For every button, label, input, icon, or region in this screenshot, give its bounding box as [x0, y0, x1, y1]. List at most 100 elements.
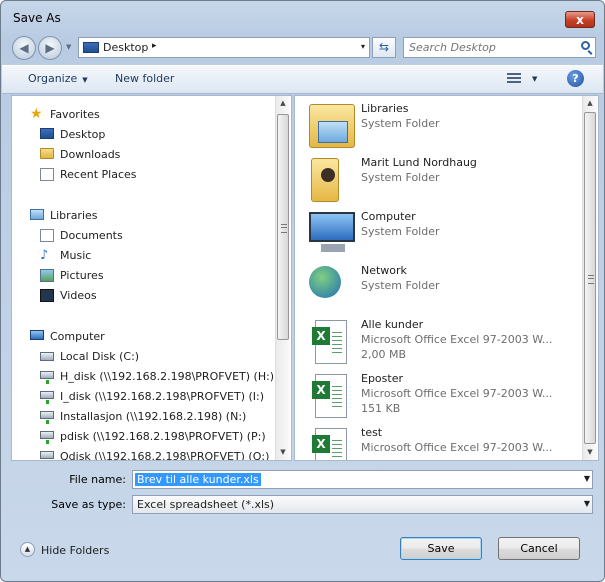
- filename-label: File name:: [69, 473, 126, 486]
- save-as-type-label: Save as type:: [51, 498, 126, 511]
- nav-label: Desktop: [60, 128, 106, 141]
- back-button[interactable]: ◀: [12, 36, 36, 60]
- navigation-pane[interactable]: ★ Favorites Desktop Downloads Recent Plac…: [11, 95, 292, 461]
- new-folder-button[interactable]: New folder: [115, 72, 174, 85]
- file-name: Computer: [361, 210, 416, 223]
- file-type: System Folder: [361, 225, 440, 238]
- computer-icon: [309, 212, 355, 252]
- filename-field[interactable]: Brev til alle kunder.xls ▼: [132, 470, 593, 489]
- network-drive-icon: [40, 451, 54, 459]
- file-size: 2,00 MB: [361, 348, 407, 361]
- scroll-thumb[interactable]: [277, 114, 289, 340]
- filename-value[interactable]: Brev til alle kunder.xls: [135, 473, 261, 486]
- nav-label: Music: [60, 249, 92, 262]
- search-input[interactable]: [409, 40, 569, 55]
- nav-label: I_disk (\\192.168.2.198\PROFVET) (I:): [60, 390, 265, 403]
- list-item[interactable]: test Microsoft Office Excel 97-2003 W...: [309, 424, 579, 460]
- nav-label: H_disk (\\192.168.2.198\PROFVET) (H:): [60, 370, 275, 383]
- list-item[interactable]: Eposter Microsoft Office Excel 97-2003 W…: [309, 370, 579, 420]
- save-as-type-value: Excel spreadsheet (*.xls): [137, 498, 275, 511]
- nav-label: Qdisk (\\192.168.2.198\PROFVET) (Q:): [60, 450, 270, 461]
- grip-icon: [588, 275, 594, 284]
- hide-folders-label: Hide Folders: [41, 544, 110, 557]
- navigation-scrollbar[interactable]: ▲ ▼: [275, 96, 290, 460]
- close-button[interactable]: x: [565, 11, 595, 28]
- excel-file-icon: [312, 428, 347, 460]
- nav-label: Installasjon (\\192.168.2.198) (N:): [60, 410, 247, 423]
- file-name: Network: [361, 264, 407, 277]
- network-icon: [309, 266, 341, 298]
- nav-label: Pictures: [60, 269, 104, 282]
- file-list[interactable]: Libraries System Folder Marit Lund Nordh…: [294, 95, 599, 461]
- nav-label: Local Disk (C:): [60, 350, 140, 363]
- network-drive-icon: [40, 431, 54, 444]
- save-button[interactable]: Save: [400, 537, 482, 560]
- scroll-down-icon[interactable]: ▼: [276, 445, 290, 460]
- music-icon: ♪: [40, 248, 49, 263]
- libraries-icon: [309, 104, 355, 148]
- network-drive-icon: [40, 391, 54, 404]
- address-bar[interactable]: Desktop ▸ ▾: [78, 37, 370, 58]
- nav-label: Documents: [60, 229, 123, 242]
- chevron-down-icon[interactable]: ▼: [584, 499, 590, 508]
- search-box[interactable]: [403, 37, 596, 58]
- organize-label: Organize: [28, 72, 78, 85]
- file-size: 151 KB: [361, 402, 401, 415]
- scroll-down-icon[interactable]: ▼: [583, 445, 597, 460]
- command-bar: Organize ▼ New folder ▼ ?: [2, 65, 603, 94]
- file-list-scrollbar[interactable]: ▲ ▼: [582, 96, 597, 460]
- cancel-button[interactable]: Cancel: [498, 537, 580, 560]
- search-icon[interactable]: [581, 41, 590, 50]
- forward-button[interactable]: ▶: [38, 36, 62, 60]
- help-icon[interactable]: ?: [567, 70, 584, 87]
- chevron-down-icon: ▼: [82, 76, 88, 84]
- view-options-dropdown-icon[interactable]: ▼: [532, 75, 537, 83]
- forward-arrow-icon: ▶: [45, 41, 55, 55]
- nav-label: pdisk (\\192.168.2.198\PROFVET) (P:): [60, 430, 266, 443]
- scroll-thumb[interactable]: [584, 112, 596, 444]
- save-as-type-select[interactable]: Excel spreadsheet (*.xls) ▼: [132, 495, 593, 514]
- file-type: Microsoft Office Excel 97-2003 W...: [361, 387, 553, 400]
- list-item[interactable]: Computer System Folder: [309, 208, 579, 258]
- title-bar: Save As x: [1, 1, 604, 31]
- file-name: test: [361, 426, 383, 439]
- address-dropdown-icon[interactable]: ▾: [361, 42, 365, 51]
- list-item[interactable]: Libraries System Folder: [309, 100, 579, 150]
- hard-drive-icon: [40, 352, 54, 361]
- excel-file-icon: [312, 374, 347, 418]
- collapse-up-icon: ▲: [20, 542, 35, 557]
- list-item[interactable]: Network System Folder: [309, 262, 579, 312]
- nav-label: Recent Places: [60, 168, 137, 181]
- nav-label: Videos: [60, 289, 97, 302]
- user-folder-icon: [311, 158, 339, 202]
- recent-locations-dropdown-icon[interactable]: ▼: [66, 43, 71, 51]
- network-drive-icon: [40, 411, 54, 424]
- back-arrow-icon: ◀: [19, 41, 29, 55]
- breadcrumb-arrow-icon[interactable]: ▸: [152, 41, 157, 51]
- nav-label: Favorites: [50, 108, 100, 121]
- list-item[interactable]: Alle kunder Microsoft Office Excel 97-20…: [309, 316, 579, 366]
- file-type: System Folder: [361, 279, 440, 292]
- star-icon: ★: [30, 106, 43, 122]
- address-location[interactable]: Desktop: [103, 41, 148, 54]
- refresh-button[interactable]: ⇆: [372, 37, 396, 58]
- videos-icon: [40, 289, 54, 302]
- window-title: Save As: [13, 11, 61, 25]
- nav-label: Computer: [50, 330, 105, 343]
- file-type: System Folder: [361, 171, 440, 184]
- list-item[interactable]: Marit Lund Nordhaug System Folder: [309, 154, 579, 204]
- save-as-dialog: Save As x ◀ ▶ ▼ Desktop ▸ ▾ ⇆ Organize ▼ …: [0, 0, 605, 582]
- computer-icon: [30, 330, 44, 340]
- refresh-icon: ⇆: [378, 40, 390, 54]
- chevron-down-icon[interactable]: ▼: [584, 474, 590, 483]
- scroll-up-icon[interactable]: ▲: [276, 96, 290, 111]
- pictures-icon: [40, 269, 54, 282]
- file-type: System Folder: [361, 117, 440, 130]
- change-view-icon[interactable]: [507, 73, 521, 85]
- scroll-up-icon[interactable]: ▲: [583, 96, 597, 111]
- file-name: Eposter: [361, 372, 403, 385]
- network-drive-icon: [40, 371, 54, 384]
- organize-button[interactable]: Organize ▼: [28, 72, 88, 85]
- desktop-icon: [83, 42, 99, 53]
- grip-icon: [281, 224, 287, 233]
